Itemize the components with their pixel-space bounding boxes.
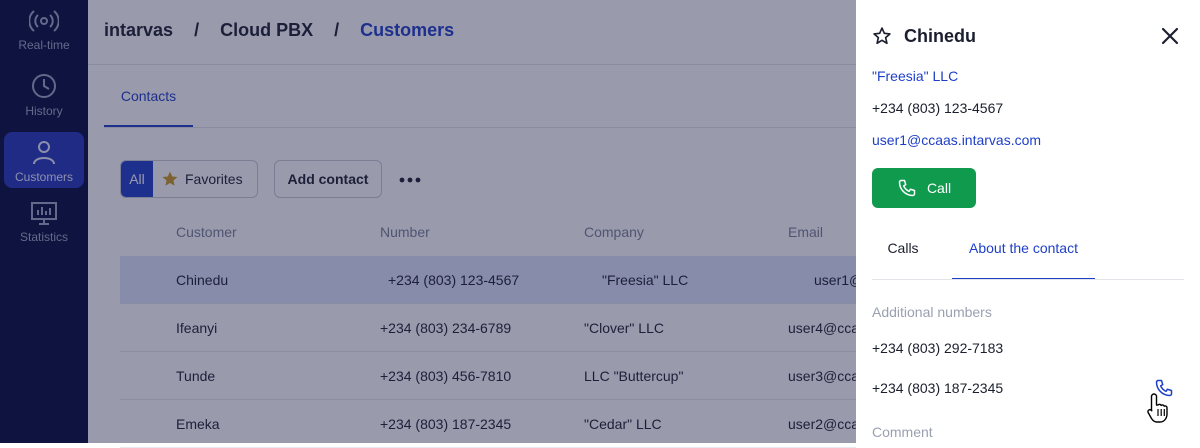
phone-icon: [898, 179, 916, 197]
panel-tabs-divider: [872, 279, 1184, 280]
favorite-toggle[interactable]: [872, 26, 892, 51]
additional-numbers-label: Additional numbers: [872, 304, 992, 320]
close-button[interactable]: [1160, 26, 1180, 51]
contact-details-panel: Chinedu "Freesia" LLC +234 (803) 123-456…: [856, 0, 1200, 443]
comment-label: Comment: [872, 424, 933, 440]
tab-about-contact[interactable]: About the contact: [952, 230, 1095, 280]
additional-number: +234 (803) 292-7183: [872, 340, 1004, 356]
contact-phone: +234 (803) 123-4567: [872, 100, 1004, 116]
star-outline-icon: [873, 27, 891, 45]
additional-number: +234 (803) 187-2345: [872, 380, 1004, 396]
close-icon: [1161, 27, 1179, 45]
contact-name: Chinedu: [904, 26, 976, 46]
call-button-label: Call: [926, 180, 952, 196]
contact-email-link[interactable]: user1@ccaas.intarvas.com: [872, 132, 1041, 148]
tab-calls[interactable]: Calls: [872, 230, 934, 280]
call-button[interactable]: Call: [872, 168, 976, 208]
contact-company-link[interactable]: "Freesia" LLC: [872, 68, 958, 84]
hand-cursor-icon: [1146, 392, 1172, 429]
modal-overlay[interactable]: [0, 0, 856, 443]
